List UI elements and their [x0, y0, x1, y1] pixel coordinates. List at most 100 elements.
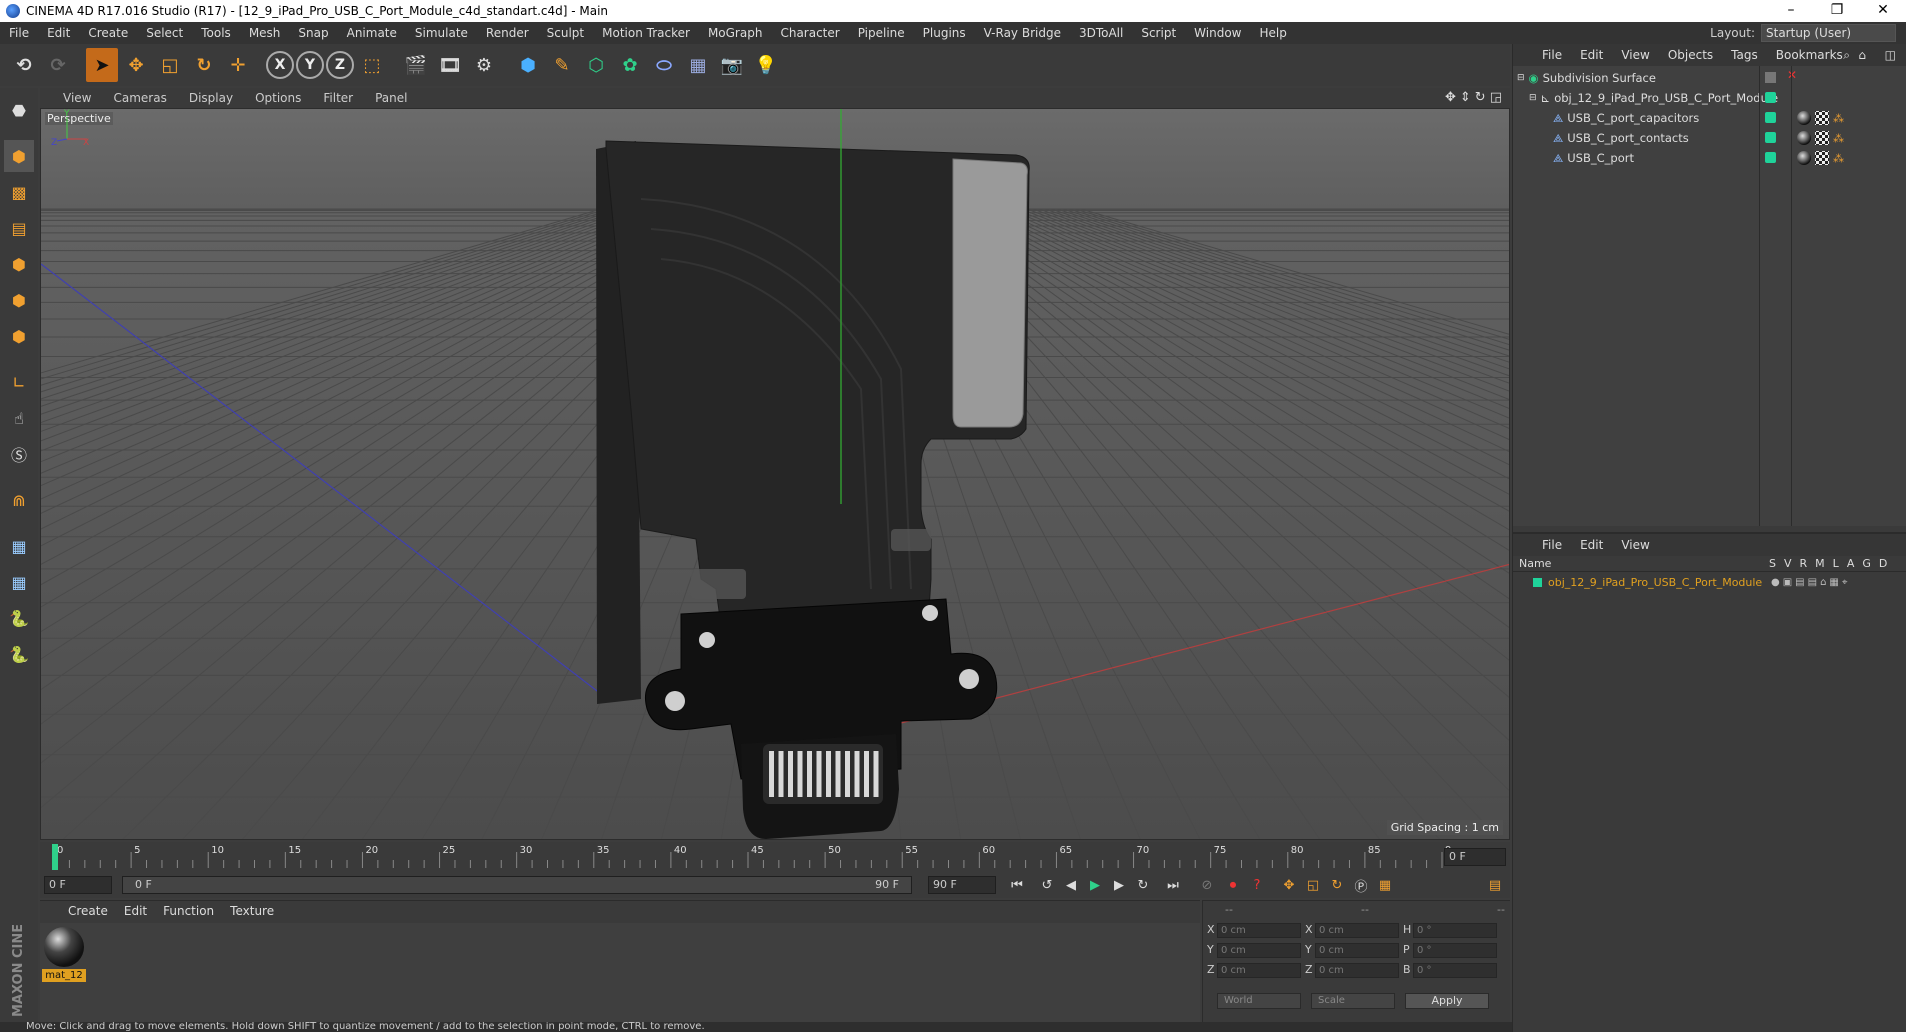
- menu-vray-bridge[interactable]: V-Ray Bridge: [975, 22, 1070, 44]
- menu-select[interactable]: Select: [137, 22, 192, 44]
- selection-tag-icon[interactable]: ⁂: [1833, 152, 1845, 165]
- menu-mograph[interactable]: MoGraph: [699, 22, 772, 44]
- z-axis-icon[interactable]: Z: [326, 51, 354, 79]
- layer-row[interactable]: obj_12_9_iPad_Pro_USB_C_Port_Module ●▣▤▤…: [1513, 574, 1906, 590]
- om-menu-file[interactable]: File: [1533, 48, 1571, 62]
- layer-icon[interactable]: [1765, 72, 1776, 83]
- layer-flag-icons[interactable]: ●▣▤▤⌂▦⌖: [1771, 577, 1851, 588]
- lm-menu-view[interactable]: View: [1612, 538, 1658, 552]
- texture-tag-icon[interactable]: [1815, 151, 1829, 165]
- edges-mode-icon[interactable]: ⬢: [4, 284, 34, 316]
- om-expand-icon[interactable]: ◫: [1885, 48, 1896, 62]
- coord-rot-h-field[interactable]: 0 °: [1413, 923, 1497, 938]
- previous-frame-icon[interactable]: ◀: [1060, 874, 1082, 896]
- x-axis-icon[interactable]: X: [266, 51, 294, 79]
- apply-button[interactable]: Apply: [1405, 993, 1489, 1009]
- undo-icon[interactable]: ⟲: [8, 48, 40, 82]
- coord-pos-x-field[interactable]: 0 cm: [1217, 923, 1301, 938]
- viewport-menu-view[interactable]: View: [52, 91, 102, 105]
- goto-end-icon[interactable]: ⏭: [1162, 874, 1184, 896]
- tree-row-usb-c-port[interactable]: ⟁ USB_C_port: [1513, 148, 1906, 168]
- coord-size-mode-dropdown[interactable]: Scale: [1311, 993, 1395, 1009]
- next-key-icon[interactable]: ↻: [1132, 874, 1154, 896]
- magnet-icon[interactable]: ⋒: [4, 484, 34, 516]
- collapse-icon[interactable]: ⊟: [1517, 73, 1525, 83]
- move-icon[interactable]: ✥: [120, 48, 152, 82]
- material-name[interactable]: mat_12: [42, 969, 86, 982]
- om-menu-bookmarks[interactable]: Bookmarks: [1767, 48, 1852, 62]
- flag-header-g[interactable]: G: [1862, 557, 1871, 570]
- om-menu-edit[interactable]: Edit: [1571, 48, 1612, 62]
- flag-header-m[interactable]: M: [1815, 557, 1825, 570]
- coord-rot-b-field[interactable]: 0 °: [1413, 963, 1497, 978]
- restore-button[interactable]: ❐: [1814, 0, 1860, 22]
- texture-tag-icon[interactable]: [1815, 111, 1829, 125]
- locked-workplane-icon[interactable]: ▦: [4, 530, 34, 562]
- material-menu-texture[interactable]: Texture: [222, 904, 282, 918]
- menu-sculpt[interactable]: Sculpt: [538, 22, 593, 44]
- tree-row-subdivision-surface[interactable]: ⊟ ◉ Subdivision Surface: [1513, 68, 1906, 88]
- tree-row-capacitors[interactable]: ⟁ USB_C_port_capacitors: [1513, 108, 1906, 128]
- menu-character[interactable]: Character: [771, 22, 848, 44]
- texture-tag-icon[interactable]: [1815, 131, 1829, 145]
- select-arrow-icon[interactable]: ➤: [86, 48, 118, 82]
- light-icon[interactable]: 💡: [750, 48, 782, 82]
- python-script-icon[interactable]: 🐍: [4, 638, 34, 670]
- material-menu-create[interactable]: Create: [60, 904, 116, 918]
- menu-create[interactable]: Create: [79, 22, 137, 44]
- tree-row-module[interactable]: ⊟ ⊾ obj_12_9_iPad_Pro_USB_C_Port_Module: [1513, 88, 1906, 108]
- menu-render[interactable]: Render: [477, 22, 538, 44]
- lm-menu-file[interactable]: File: [1533, 538, 1571, 552]
- timeline-ruler[interactable]: 051015202530354045505560657075808590 0 F: [40, 842, 1510, 872]
- name-column-header[interactable]: Name: [1519, 557, 1551, 570]
- close-button[interactable]: ✕: [1860, 0, 1906, 22]
- polygons-mode-icon[interactable]: ⬢: [4, 320, 34, 352]
- selection-tag-icon[interactable]: ⁂: [1833, 132, 1845, 145]
- cloner-icon[interactable]: ✿: [614, 48, 646, 82]
- menu-edit[interactable]: Edit: [38, 22, 79, 44]
- cube-icon[interactable]: ⬢: [512, 48, 544, 82]
- key-parameter-icon[interactable]: Ⓟ: [1350, 874, 1372, 896]
- play-icon[interactable]: ▶: [1084, 874, 1106, 896]
- menu-plugins[interactable]: Plugins: [914, 22, 975, 44]
- snap-icon[interactable]: Ⓢ: [4, 438, 34, 470]
- camera-icon[interactable]: 📷: [716, 48, 748, 82]
- render-view-icon[interactable]: 🎬: [400, 48, 432, 82]
- material-menu-edit[interactable]: Edit: [116, 904, 155, 918]
- coord-rot-p-field[interactable]: 0 °: [1413, 943, 1497, 958]
- tweak-mode-icon[interactable]: ☝: [4, 402, 34, 434]
- menu-simulate[interactable]: Simulate: [406, 22, 477, 44]
- key-position-icon[interactable]: ✥: [1278, 874, 1300, 896]
- flag-header-l[interactable]: L: [1833, 557, 1839, 570]
- next-frame-icon[interactable]: ▶: [1108, 874, 1130, 896]
- axis-mode-icon[interactable]: ∟: [4, 366, 34, 398]
- pan-icon[interactable]: ✥: [1445, 90, 1456, 105]
- lm-menu-edit[interactable]: Edit: [1571, 538, 1612, 552]
- model-mode-icon[interactable]: ⬢: [4, 140, 34, 172]
- viewport-menu-filter[interactable]: Filter: [312, 91, 364, 105]
- subdivision-icon[interactable]: ⬡: [580, 48, 612, 82]
- timeline-playhead[interactable]: [52, 844, 58, 870]
- timeline-window-icon[interactable]: ▤: [1484, 874, 1506, 896]
- tree-row-contacts[interactable]: ⟁ USB_C_port_contacts: [1513, 128, 1906, 148]
- pen-spline-icon[interactable]: ✎: [546, 48, 578, 82]
- visibility-toggle[interactable]: [1765, 112, 1776, 123]
- menu-motion-tracker[interactable]: Motion Tracker: [593, 22, 699, 44]
- om-home-icon[interactable]: ⌂: [1858, 48, 1866, 62]
- material-tag-icon[interactable]: [1797, 111, 1811, 125]
- material-swatch[interactable]: [44, 927, 84, 967]
- workplane-icon[interactable]: ▤: [4, 212, 34, 244]
- coord-pos-y-field[interactable]: 0 cm: [1217, 943, 1301, 958]
- planar-workplane-icon[interactable]: ▦: [4, 566, 34, 598]
- menu-tools[interactable]: Tools: [192, 22, 240, 44]
- make-editable-icon[interactable]: ⬣: [4, 94, 34, 126]
- viewport-menu-cameras[interactable]: Cameras: [102, 91, 177, 105]
- visibility-toggle[interactable]: [1765, 152, 1776, 163]
- current-frame-field[interactable]: 0 F: [1444, 848, 1506, 866]
- om-menu-tags[interactable]: Tags: [1722, 48, 1767, 62]
- delete-x-icon[interactable]: ✕: [1787, 68, 1797, 82]
- menu-3dtoall[interactable]: 3DToAll: [1070, 22, 1132, 44]
- visibility-toggle[interactable]: [1765, 132, 1776, 143]
- om-search-icon[interactable]: ⌕: [1843, 48, 1850, 63]
- maximize-view-icon[interactable]: ◲: [1490, 90, 1502, 105]
